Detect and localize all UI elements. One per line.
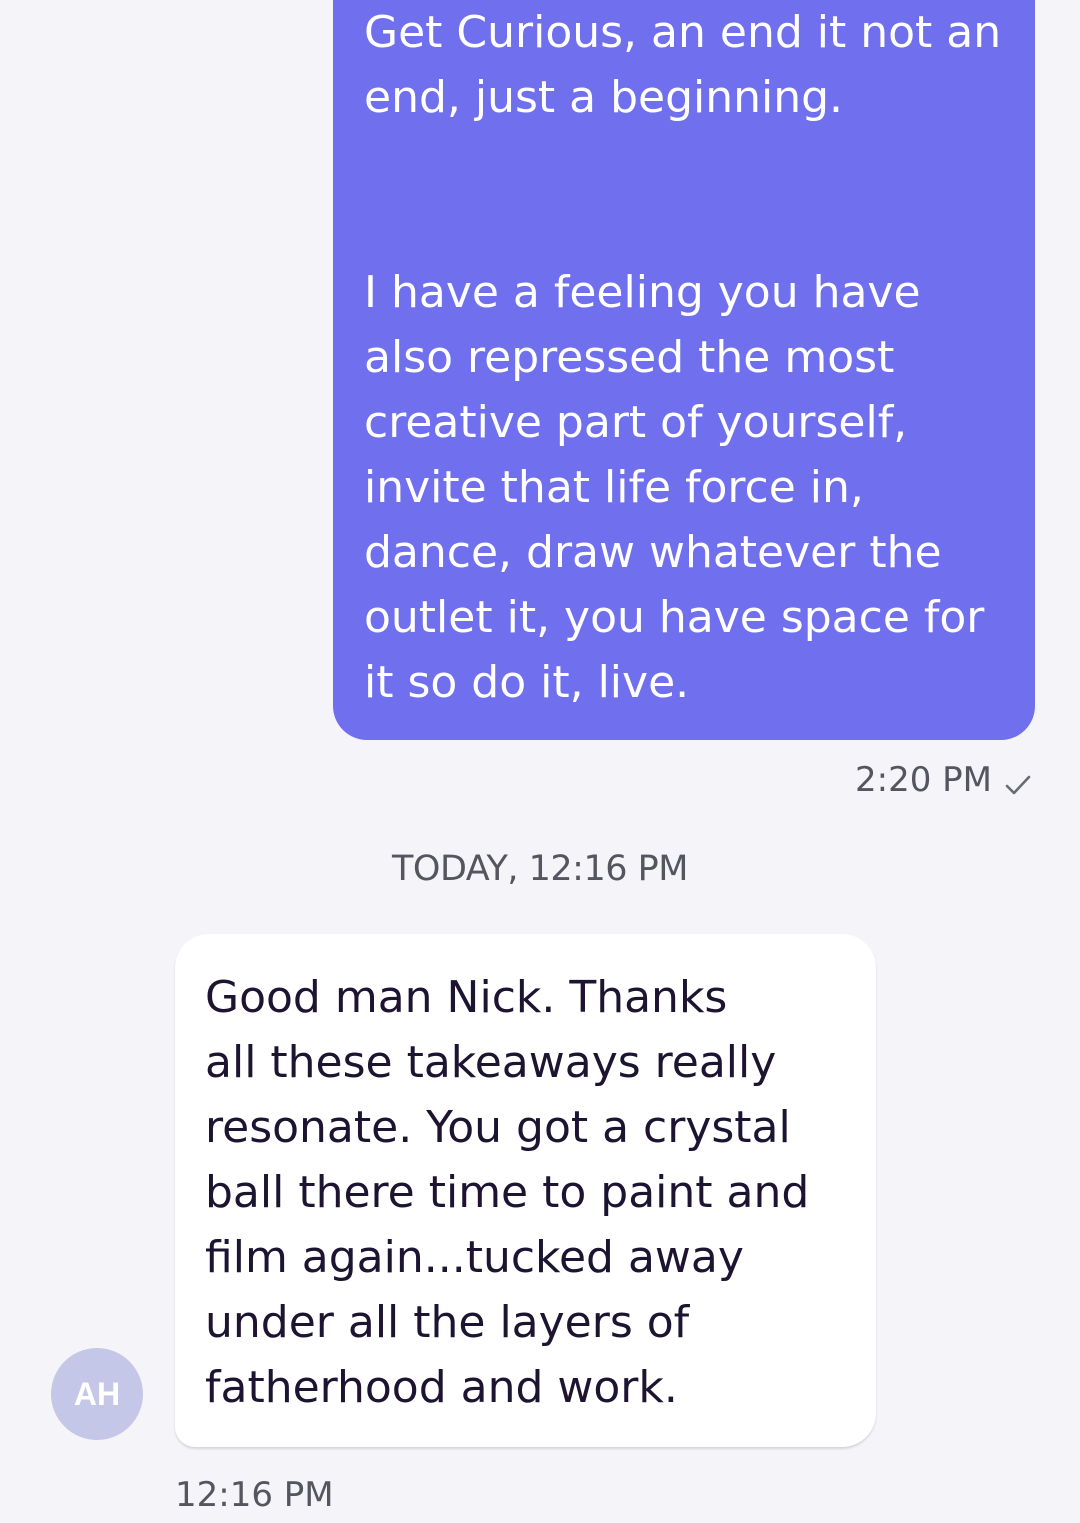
check-icon — [1004, 766, 1032, 795]
incoming-message-bubble[interactable]: Good man Nick. Thanks all these takeaway… — [175, 934, 876, 1447]
outgoing-message-paragraph: Get Curious, an end it not an end, just … — [364, 7, 1002, 123]
outgoing-message-time: 2:20 PM — [855, 760, 992, 800]
date-divider: TODAY, 12:16 PM — [392, 849, 688, 889]
incoming-message-text: Good man Nick. Thanks all these takeaway… — [205, 972, 810, 1413]
avatar[interactable]: AH — [51, 1348, 143, 1440]
outgoing-message-paragraph: I have a feeling you have also repressed… — [364, 267, 985, 708]
chat-thread[interactable]: Get Curious, an end it not an end, just … — [0, 0, 1080, 1523]
outgoing-message-bubble[interactable]: Get Curious, an end it not an end, just … — [333, 0, 1035, 740]
incoming-message-time: 12:16 PM — [175, 1475, 334, 1515]
outgoing-message-meta: 2:20 PM — [855, 758, 1032, 802]
